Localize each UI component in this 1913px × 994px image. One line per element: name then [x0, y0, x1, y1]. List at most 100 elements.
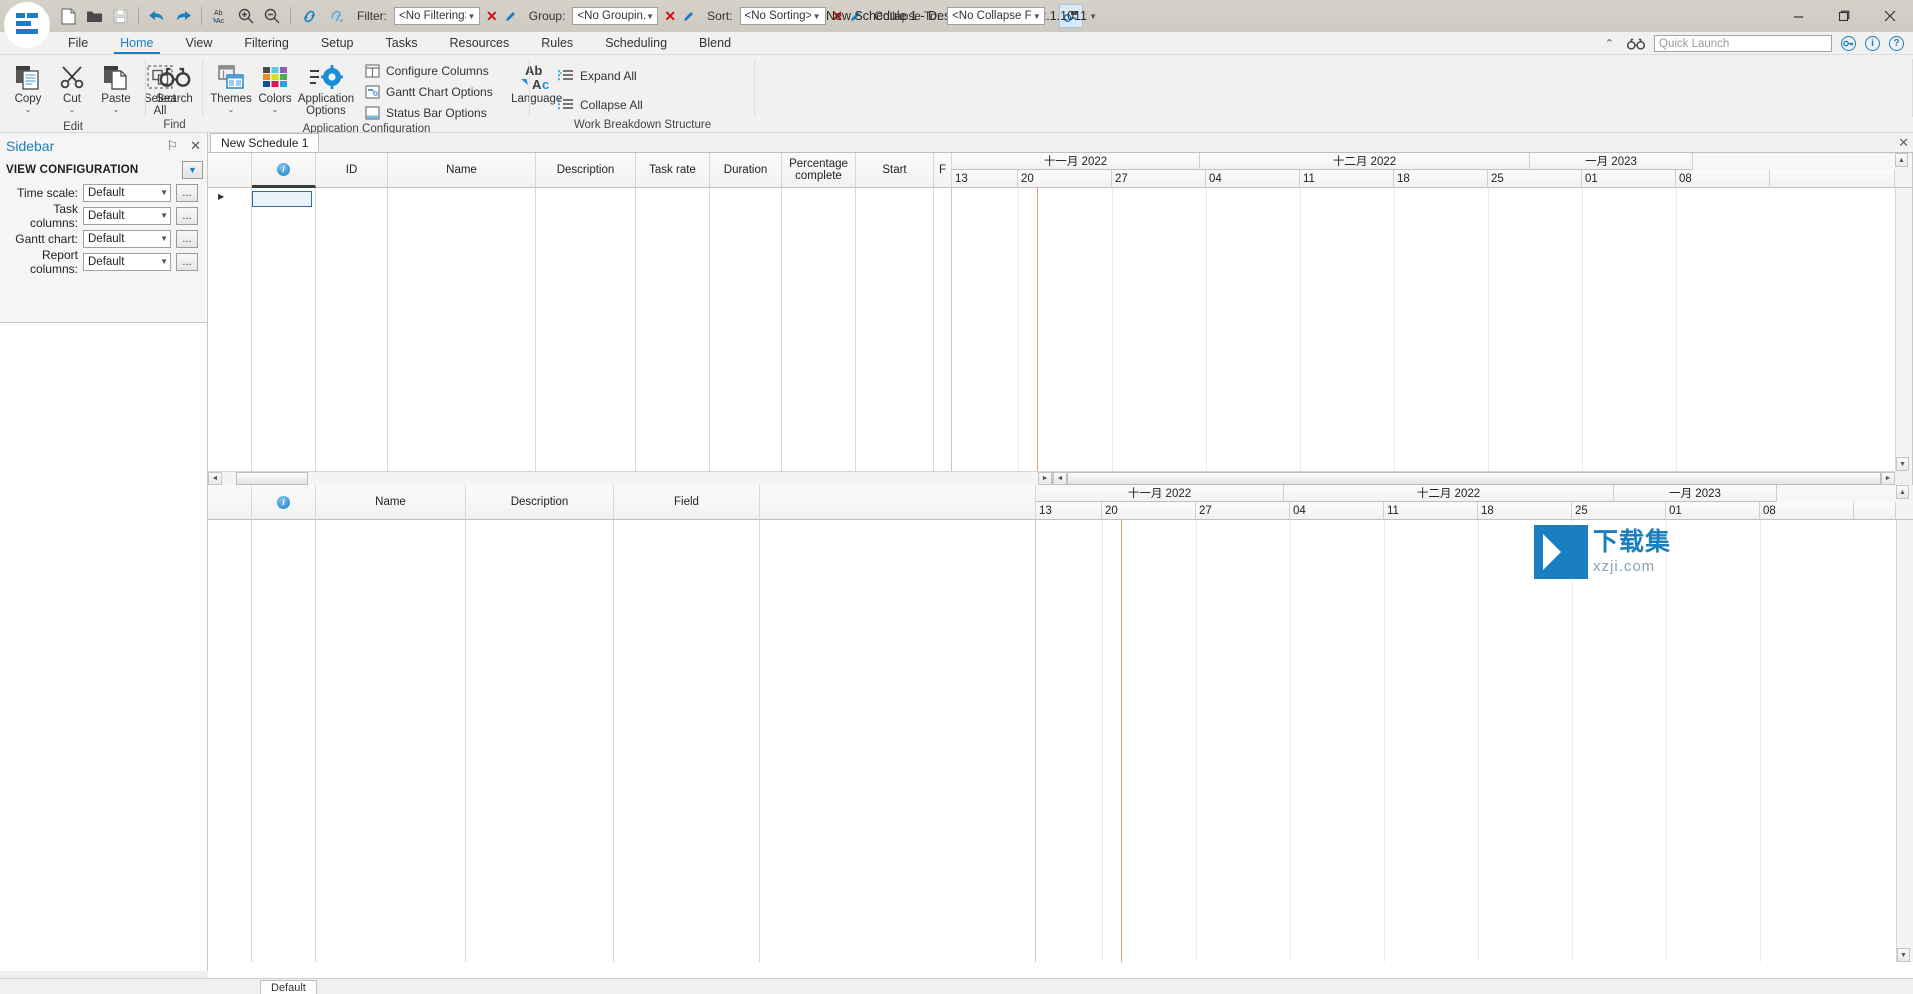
report-columns-more-button[interactable]: ... — [176, 252, 198, 271]
group-clear-button[interactable]: ✕ — [664, 9, 676, 23]
collapse-view-dropdown-icon[interactable]: ▼ — [1085, 12, 1101, 21]
undo-icon[interactable] — [145, 4, 169, 28]
tab-rules[interactable]: Rules — [525, 34, 589, 54]
gantt-vertical-scrollbar[interactable]: ▼ — [1895, 188, 1912, 471]
filter-clear-button[interactable]: ✕ — [486, 9, 498, 23]
status-bar-tab-default[interactable]: Default — [260, 980, 317, 994]
collapse-view-icon[interactable] — [1059, 4, 1084, 28]
report-columns-combobox[interactable]: Default ▼ — [83, 252, 171, 271]
tab-scheduling[interactable]: Scheduling — [589, 34, 683, 54]
report-name-column-header[interactable]: Name — [316, 485, 466, 520]
report-vertical-scrollbar[interactable]: ▼ — [1896, 520, 1913, 962]
group-combobox[interactable]: <No Groupin... ▼ — [572, 7, 659, 25]
tab-home[interactable]: Home — [104, 34, 169, 54]
task-grid-scroll-right-button[interactable]: ► — [1038, 472, 1052, 485]
start-column-cells[interactable] — [856, 188, 934, 471]
document-tab-new-schedule-1[interactable]: New Schedule 1 — [210, 133, 320, 152]
open-folder-icon[interactable] — [82, 4, 106, 28]
sort-edit-pencil-icon[interactable] — [849, 10, 862, 23]
themes-button[interactable]: Themes ⌄ — [209, 58, 253, 117]
report-description-column-header[interactable]: Description — [466, 485, 614, 520]
description-column-header[interactable]: Description — [536, 153, 636, 188]
report-gantt-body[interactable] — [1036, 520, 1896, 962]
paste-button[interactable]: Paste ⌄ — [94, 58, 138, 117]
id-column-header[interactable]: ID — [316, 153, 388, 188]
unlink-icon[interactable] — [323, 4, 347, 28]
task-columns-combobox[interactable]: Default ▼ — [83, 206, 171, 225]
status-bar-options-button[interactable]: Status Bar Options — [361, 102, 500, 123]
task-grid-scroll-thumb[interactable] — [236, 472, 308, 485]
gantt-chart-more-button[interactable]: ... — [176, 229, 198, 248]
cut-dropdown-icon[interactable]: ⌄ — [69, 105, 76, 114]
report-info-column-header[interactable]: i — [252, 485, 316, 520]
application-options-button[interactable]: Application Options — [297, 58, 355, 120]
report-scroll-down-button[interactable]: ▼ — [1897, 948, 1910, 962]
collapse-to-combobox[interactable]: <No Collapse Fi... ▼ — [947, 7, 1046, 25]
spellcheck-icon[interactable]: Ab Ac — [208, 4, 232, 28]
key-icon[interactable] — [1841, 36, 1856, 51]
percentage-complete-column-header[interactable]: Percentage complete — [782, 153, 856, 188]
pin-icon[interactable]: ⚐ — [166, 138, 178, 154]
gantt-scroll-left-button[interactable]: ◄ — [1053, 472, 1067, 485]
duration-column-header[interactable]: Duration — [710, 153, 782, 188]
task-grid-scroll-track[interactable] — [222, 472, 1038, 485]
gantt-chart-combobox[interactable]: Default ▼ — [83, 229, 171, 248]
application-menu-button[interactable] — [4, 2, 50, 48]
colors-button[interactable]: Colors ⌄ — [253, 58, 297, 117]
collapse-ribbon-button[interactable]: ⌃ — [1601, 37, 1618, 50]
expand-all-button[interactable]: Expand All — [554, 65, 650, 86]
report-description-column-cells[interactable] — [466, 520, 614, 962]
tab-tasks[interactable]: Tasks — [370, 34, 434, 54]
minimize-button[interactable] — [1775, 0, 1821, 32]
binoculars-icon[interactable] — [1627, 38, 1645, 50]
filter-combobox[interactable]: <No Filtering> ▼ — [394, 7, 480, 25]
name-column-header[interactable]: Name — [388, 153, 536, 188]
task-grid-scroll-left-button[interactable]: ◄ — [208, 472, 222, 485]
tab-filtering[interactable]: Filtering — [228, 34, 304, 54]
gantt-scroll-track[interactable] — [1067, 472, 1881, 485]
configure-columns-button[interactable]: Configure Columns — [361, 60, 500, 81]
start-column-header[interactable]: Start — [856, 153, 934, 188]
gantt-scroll-up-button[interactable]: ▲ — [1895, 153, 1908, 167]
gantt-chart-options-button[interactable]: Gantt Chart Options — [361, 81, 500, 102]
task-rate-column-header[interactable]: Task rate — [636, 153, 710, 188]
info-column-header[interactable]: i — [252, 153, 316, 188]
report-blank-column-header[interactable] — [760, 485, 1036, 520]
group-edit-pencil-icon[interactable] — [682, 10, 695, 23]
report-field-column-cells[interactable] — [614, 520, 760, 962]
time-scale-combobox[interactable]: Default ▼ — [83, 183, 171, 202]
selected-cell[interactable] — [252, 191, 312, 207]
document-close-icon[interactable]: ✕ — [1898, 135, 1909, 151]
copy-dropdown-icon[interactable]: ⌄ — [25, 105, 32, 114]
report-scroll-up-button[interactable]: ▲ — [1896, 485, 1909, 499]
paste-dropdown-icon[interactable]: ⌄ — [113, 105, 120, 114]
new-file-icon[interactable] — [56, 4, 80, 28]
copy-button[interactable]: Copy ⌄ — [6, 58, 50, 117]
gantt-scroll-right-button[interactable]: ► — [1881, 472, 1895, 485]
zoom-out-icon[interactable] — [260, 4, 284, 28]
id-column-cells[interactable] — [316, 188, 388, 471]
gantt-hscrollbar[interactable]: ◄ ► — [1052, 471, 1895, 485]
report-row-indicator-header[interactable] — [208, 485, 252, 520]
row-indicator-header[interactable] — [208, 153, 252, 188]
info-icon[interactable]: i — [1865, 36, 1880, 51]
sort-combobox[interactable]: <No Sorting> ▼ — [739, 7, 826, 25]
maximize-button[interactable] — [1821, 0, 1867, 32]
sidebar-section-expand-button[interactable]: ▼ — [182, 161, 203, 179]
tab-resources[interactable]: Resources — [433, 34, 525, 54]
search-button[interactable]: Search — [146, 58, 204, 108]
duration-column-cells[interactable] — [710, 188, 782, 471]
colors-dropdown-icon[interactable]: ⌄ — [272, 105, 279, 114]
task-columns-more-button[interactable]: ... — [176, 206, 198, 225]
cut-button[interactable]: Cut ⌄ — [50, 58, 94, 117]
task-grid-hscrollbar[interactable]: ◄ ► — [208, 471, 1052, 485]
zoom-in-icon[interactable] — [234, 4, 258, 28]
tab-view[interactable]: View — [170, 34, 229, 54]
tab-blend[interactable]: Blend — [683, 34, 747, 54]
report-blank-column-cells[interactable] — [760, 520, 1036, 962]
gantt-scroll-down-button[interactable]: ▼ — [1896, 457, 1909, 471]
percentage-complete-column-cells[interactable] — [782, 188, 856, 471]
gantt-scroll-thumb[interactable] — [1067, 472, 1881, 485]
close-icon[interactable]: ✕ — [190, 138, 201, 154]
sort-clear-button[interactable]: ✕ — [832, 9, 844, 23]
